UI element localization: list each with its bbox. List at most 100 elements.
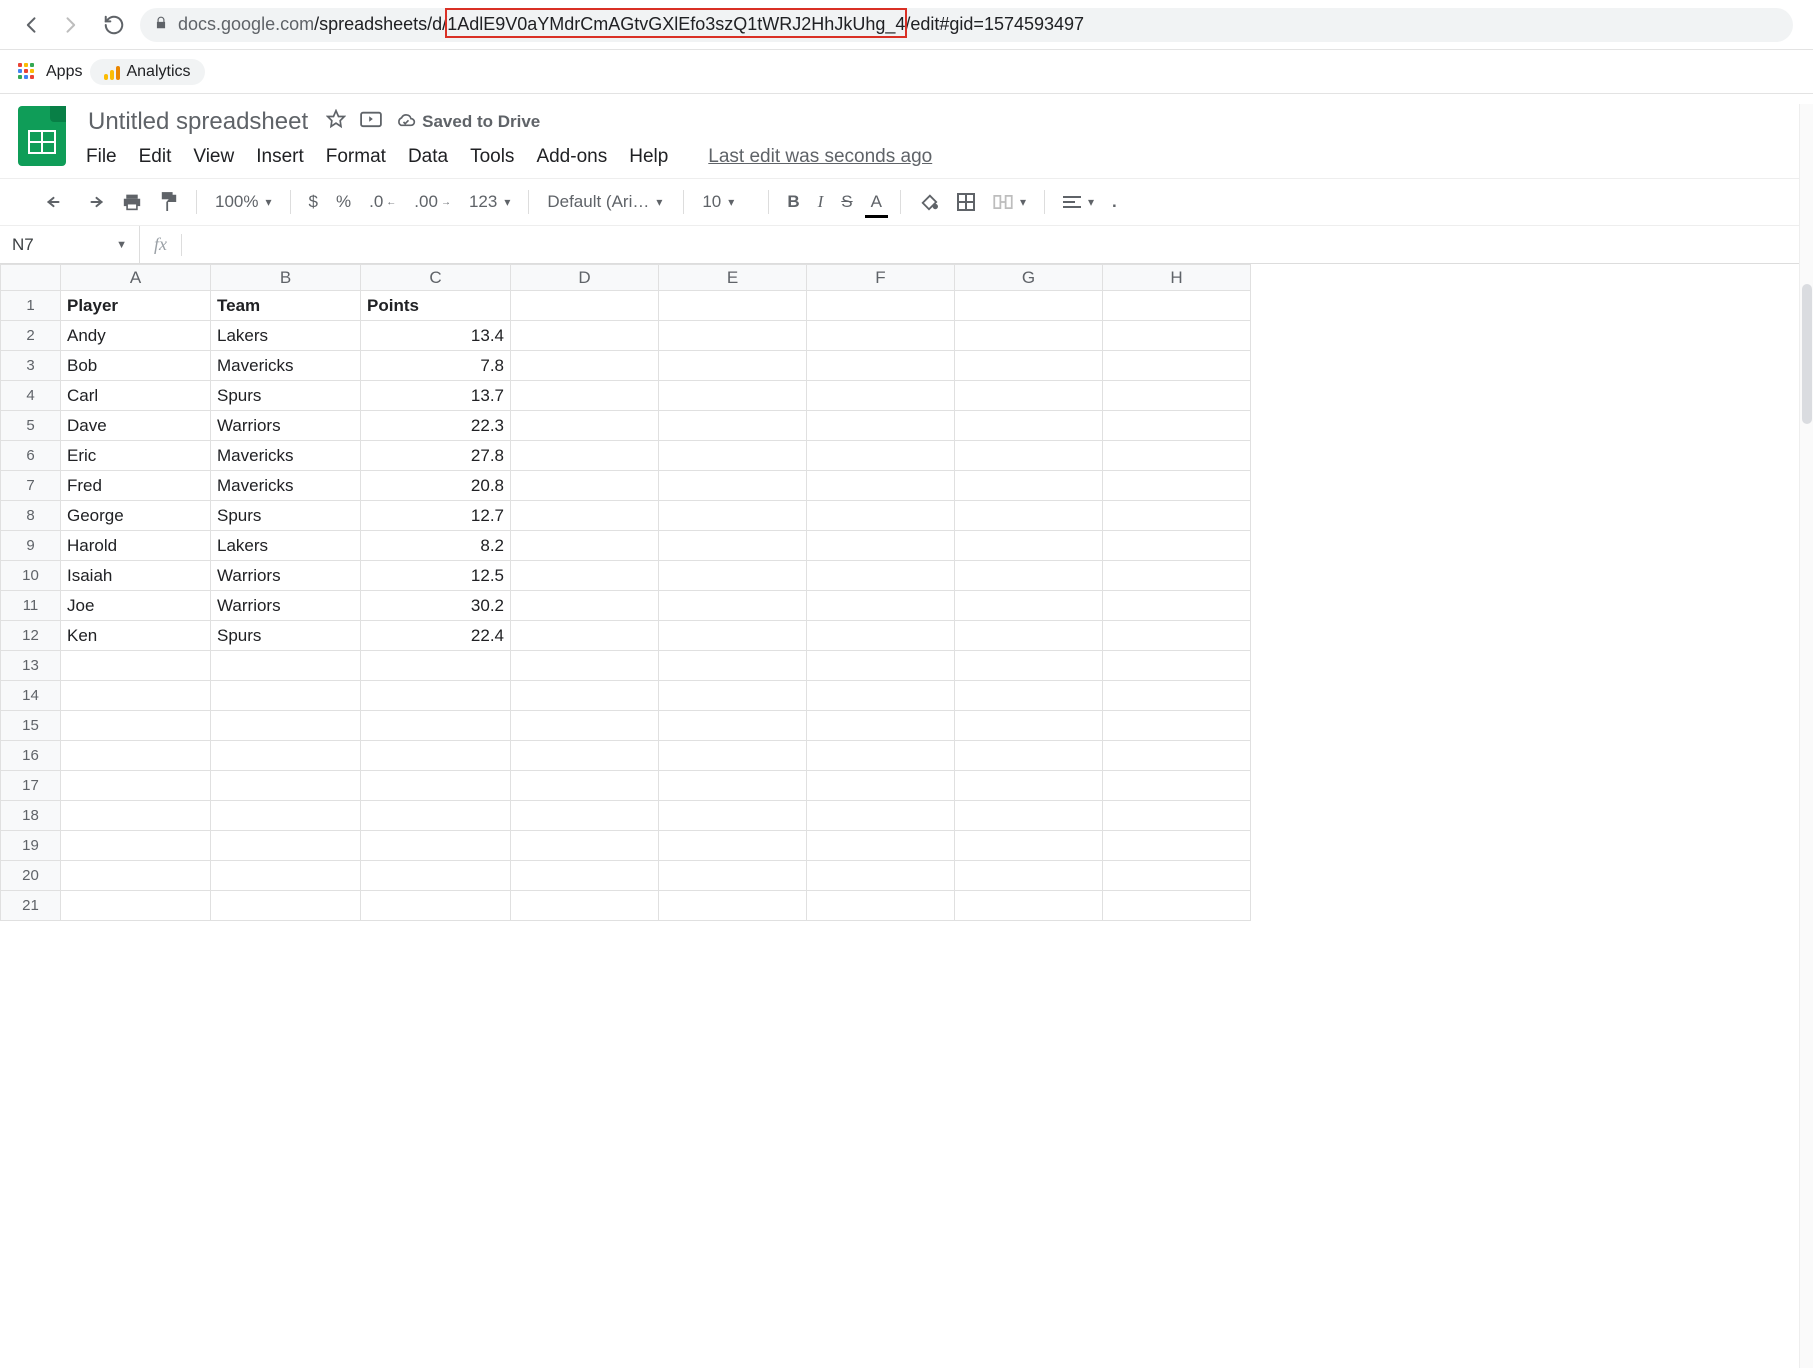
cell-A15[interactable] [61, 711, 211, 741]
cell-A12[interactable]: Ken [61, 621, 211, 651]
cell-H8[interactable] [1103, 501, 1251, 531]
cell-F10[interactable] [807, 561, 955, 591]
cell-C9[interactable]: 8.2 [361, 531, 511, 561]
cell-H19[interactable] [1103, 831, 1251, 861]
cell-G3[interactable] [955, 351, 1103, 381]
cell-C6[interactable]: 27.8 [361, 441, 511, 471]
italic-button[interactable]: I [812, 188, 830, 216]
cell-E6[interactable] [659, 441, 807, 471]
cell-B10[interactable]: Warriors [211, 561, 361, 591]
cell-C17[interactable] [361, 771, 511, 801]
cell-D2[interactable] [511, 321, 659, 351]
cell-H14[interactable] [1103, 681, 1251, 711]
cell-A8[interactable]: George [61, 501, 211, 531]
cell-F21[interactable] [807, 891, 955, 921]
cell-F9[interactable] [807, 531, 955, 561]
reload-button[interactable] [102, 13, 126, 37]
cell-D19[interactable] [511, 831, 659, 861]
back-button[interactable] [20, 13, 44, 37]
cell-C3[interactable]: 7.8 [361, 351, 511, 381]
cell-B7[interactable]: Mavericks [211, 471, 361, 501]
vertical-scrollbar[interactable] [1799, 104, 1813, 1368]
cell-F12[interactable] [807, 621, 955, 651]
cell-F17[interactable] [807, 771, 955, 801]
row-header-5[interactable]: 5 [1, 411, 61, 441]
row-header-13[interactable]: 13 [1, 651, 61, 681]
cell-A20[interactable] [61, 861, 211, 891]
column-header-G[interactable]: G [955, 265, 1103, 291]
cell-G17[interactable] [955, 771, 1103, 801]
column-header-A[interactable]: A [61, 265, 211, 291]
move-icon[interactable] [360, 110, 382, 134]
cell-D21[interactable] [511, 891, 659, 921]
cell-E14[interactable] [659, 681, 807, 711]
cell-A18[interactable] [61, 801, 211, 831]
cell-D11[interactable] [511, 591, 659, 621]
cell-E8[interactable] [659, 501, 807, 531]
cell-D1[interactable] [511, 291, 659, 321]
cell-D16[interactable] [511, 741, 659, 771]
cell-F5[interactable] [807, 411, 955, 441]
cell-E1[interactable] [659, 291, 807, 321]
cell-H2[interactable] [1103, 321, 1251, 351]
row-header-20[interactable]: 20 [1, 861, 61, 891]
cell-F20[interactable] [807, 861, 955, 891]
cell-F11[interactable] [807, 591, 955, 621]
column-header-C[interactable]: C [361, 265, 511, 291]
cell-C19[interactable] [361, 831, 511, 861]
cell-G18[interactable] [955, 801, 1103, 831]
cell-G9[interactable] [955, 531, 1103, 561]
cell-G13[interactable] [955, 651, 1103, 681]
cell-C5[interactable]: 22.3 [361, 411, 511, 441]
cell-F7[interactable] [807, 471, 955, 501]
menu-data[interactable]: Data [408, 146, 448, 168]
print-button[interactable] [116, 189, 148, 215]
cell-C8[interactable]: 12.7 [361, 501, 511, 531]
column-header-H[interactable]: H [1103, 265, 1251, 291]
cell-E19[interactable] [659, 831, 807, 861]
cell-G7[interactable] [955, 471, 1103, 501]
cell-E13[interactable] [659, 651, 807, 681]
cell-E2[interactable] [659, 321, 807, 351]
cell-D14[interactable] [511, 681, 659, 711]
forward-button[interactable] [58, 13, 82, 37]
cell-E17[interactable] [659, 771, 807, 801]
cell-H7[interactable] [1103, 471, 1251, 501]
cell-D13[interactable] [511, 651, 659, 681]
save-status[interactable]: Saved to Drive [396, 112, 540, 132]
spreadsheet-grid[interactable]: ABCDEFGH 1PlayerTeamPoints2AndyLakers13.… [0, 264, 1813, 921]
cell-E18[interactable] [659, 801, 807, 831]
cell-G1[interactable] [955, 291, 1103, 321]
cell-C1[interactable]: Points [361, 291, 511, 321]
menu-edit[interactable]: Edit [139, 146, 172, 168]
cell-D3[interactable] [511, 351, 659, 381]
cell-H21[interactable] [1103, 891, 1251, 921]
cell-H16[interactable] [1103, 741, 1251, 771]
row-header-7[interactable]: 7 [1, 471, 61, 501]
cell-B20[interactable] [211, 861, 361, 891]
cell-H17[interactable] [1103, 771, 1251, 801]
cell-H6[interactable] [1103, 441, 1251, 471]
sheets-logo-icon[interactable] [18, 106, 66, 166]
format-currency[interactable]: $ [303, 188, 324, 216]
borders-button[interactable] [951, 189, 981, 215]
cell-G12[interactable] [955, 621, 1103, 651]
row-header-10[interactable]: 10 [1, 561, 61, 591]
cell-H10[interactable] [1103, 561, 1251, 591]
cell-F16[interactable] [807, 741, 955, 771]
cell-F14[interactable] [807, 681, 955, 711]
cell-G10[interactable] [955, 561, 1103, 591]
cell-C13[interactable] [361, 651, 511, 681]
horizontal-align-button[interactable] [1057, 191, 1100, 213]
merge-cells-button[interactable] [987, 191, 1032, 213]
cell-G20[interactable] [955, 861, 1103, 891]
menu-insert[interactable]: Insert [256, 146, 304, 168]
cell-H1[interactable] [1103, 291, 1251, 321]
cell-A13[interactable] [61, 651, 211, 681]
cell-C12[interactable]: 22.4 [361, 621, 511, 651]
cell-A11[interactable]: Joe [61, 591, 211, 621]
cell-E7[interactable] [659, 471, 807, 501]
cell-B9[interactable]: Lakers [211, 531, 361, 561]
cell-B6[interactable]: Mavericks [211, 441, 361, 471]
bold-button[interactable]: B [781, 188, 805, 216]
